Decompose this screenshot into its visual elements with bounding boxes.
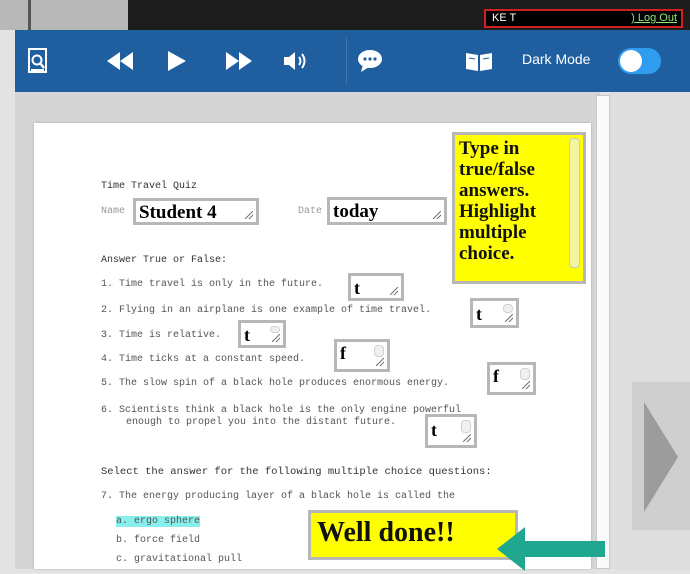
user-name: KE T [492,12,517,24]
next-page-button[interactable] [632,382,690,530]
answer-2-value: t [476,304,482,324]
answer-2-field[interactable]: t [470,298,519,328]
chevron-right-icon [644,402,678,512]
top-strip: KE T ) Log Out [0,0,690,30]
reader-toolbar: Dark Mode [15,30,690,92]
mc-heading: Select the answer for the following mult… [101,466,492,478]
note-line: choice. [459,243,515,264]
name-label: Name [101,206,126,217]
mc-option-a-text: a. ergo sphere [116,516,201,527]
open-book-icon [466,53,492,71]
fast-forward-button[interactable] [224,44,254,78]
rewind-button[interactable] [105,44,135,78]
answer-6-field[interactable]: t [425,414,477,448]
mc-option-b[interactable]: b. force field [116,535,200,546]
logout-link[interactable]: ) Log Out [631,11,677,26]
vertical-scrollbar[interactable] [596,95,610,569]
answer-1-value: t [354,278,360,298]
answer-4-value: f [340,343,346,363]
answer-3-field[interactable]: t [238,320,286,348]
answer-3-value: t [244,325,250,345]
tf-heading: Answer True or False: [101,255,228,266]
question-2: 2. Flying in an airplane is one example … [101,305,432,316]
rewind-icon [107,52,133,70]
question-7: 7. The energy producing layer of a black… [101,491,456,502]
date-value: today [333,201,379,222]
play-button[interactable] [166,44,188,78]
feedback-box[interactable]: Well done!! [308,510,518,560]
answer-1-field[interactable]: t [348,273,404,301]
mc-option-c[interactable]: c. gravitational pull [116,554,242,565]
quiz-title: Time Travel Quiz [101,181,198,192]
name-value: Student 4 [139,202,217,223]
mc-option-a[interactable]: a. ergo sphere [116,516,201,527]
volume-icon [284,52,306,70]
note-line: answers. [459,180,530,201]
fast-forward-icon [226,52,252,70]
user-bar: KE T ) Log Out [484,9,683,28]
dark-mode-label: Dark Mode [522,51,591,67]
date-field[interactable]: today [327,197,447,225]
note-line: Type in [459,138,520,159]
question-4: 4. Time ticks at a constant speed. [101,354,306,365]
note-line: Highlight [459,201,537,222]
note-line: multiple [459,222,527,243]
toolbar-separator [346,38,347,84]
dark-mode-toggle[interactable] [618,48,661,74]
name-field[interactable]: Student 4 [133,198,259,225]
speech-bubble-icon [358,50,382,72]
document-search-icon [28,48,47,73]
volume-button[interactable] [282,44,312,78]
date-label: Date [298,206,323,217]
top-left-panel [0,0,128,30]
question-5: 5. The slow spin of a black hole produce… [101,378,450,389]
answer-5-field[interactable]: f [487,362,536,395]
instruction-note[interactable]: Type in true/false answers. Highlight mu… [452,132,586,284]
answer-5-value: f [493,366,499,386]
feedback-text: Well done!! [317,517,455,548]
toggle-knob [620,50,642,72]
document-search-button[interactable] [25,44,51,78]
answer-4-field[interactable]: f [334,339,390,372]
question-1: 1. Time travel is only in the future. [101,279,324,290]
note-line: true/false [459,159,535,180]
question-6-line1: 6. Scientists think a black hole is the … [101,405,462,416]
answer-6-value: t [431,420,437,440]
arrow-pointer-icon [497,527,605,571]
question-6-line2: enough to propel you into the distant fu… [126,417,397,428]
question-3: 3. Time is relative. [101,330,222,341]
comment-button[interactable] [355,44,385,78]
play-icon [168,51,186,71]
book-button[interactable] [464,44,494,78]
